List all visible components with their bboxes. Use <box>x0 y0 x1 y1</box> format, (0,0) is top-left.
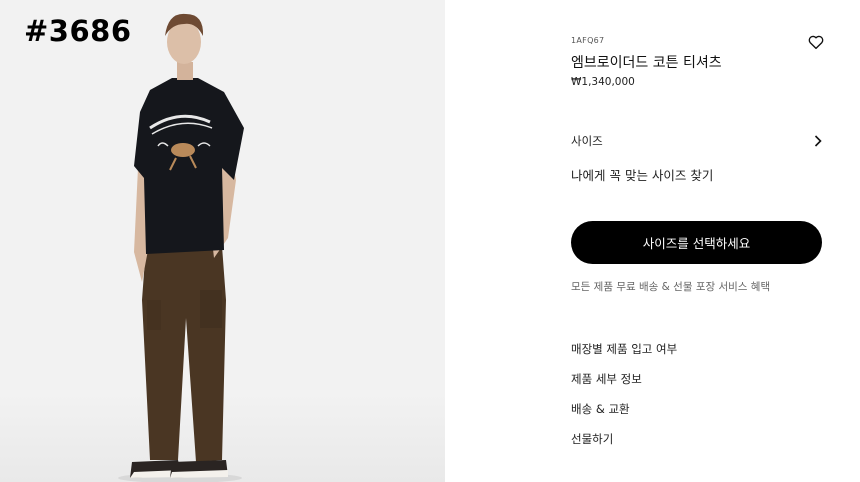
size-finder-link[interactable]: 나에게 꼭 맞는 사이즈 찾기 <box>571 165 713 184</box>
watermark-label: #3686 <box>24 14 132 48</box>
select-size-button[interactable]: 사이즈를 선택하세요 <box>571 221 822 264</box>
product-image: #3686 <box>0 0 445 482</box>
store-availability-link[interactable]: 매장별 제품 입고 여부 <box>571 341 677 357</box>
product-details-link[interactable]: 제품 세부 정보 <box>571 371 642 387</box>
product-sku: 1AFQ67 <box>571 36 605 45</box>
chevron-right-icon <box>814 135 822 147</box>
product-title: 엠브로이더드 코튼 티셔츠 <box>571 55 722 71</box>
heart-icon <box>808 35 824 50</box>
shipping-exchange-link[interactable]: 배송 & 교환 <box>571 401 630 417</box>
model-figure <box>118 13 244 482</box>
product-details: 1AFQ67 엠브로이더드 코튼 티셔츠 ₩1,340,000 사이즈 나에게 … <box>571 0 825 482</box>
gift-link[interactable]: 선물하기 <box>571 431 613 447</box>
size-selector-row[interactable]: 사이즈 <box>571 133 823 151</box>
size-label: 사이즈 <box>571 134 603 148</box>
product-price: ₩1,340,000 <box>571 76 635 88</box>
free-shipping-note: 모든 제품 무료 배송 & 선물 포장 서비스 혜택 <box>571 281 771 293</box>
wishlist-button[interactable] <box>807 33 825 51</box>
